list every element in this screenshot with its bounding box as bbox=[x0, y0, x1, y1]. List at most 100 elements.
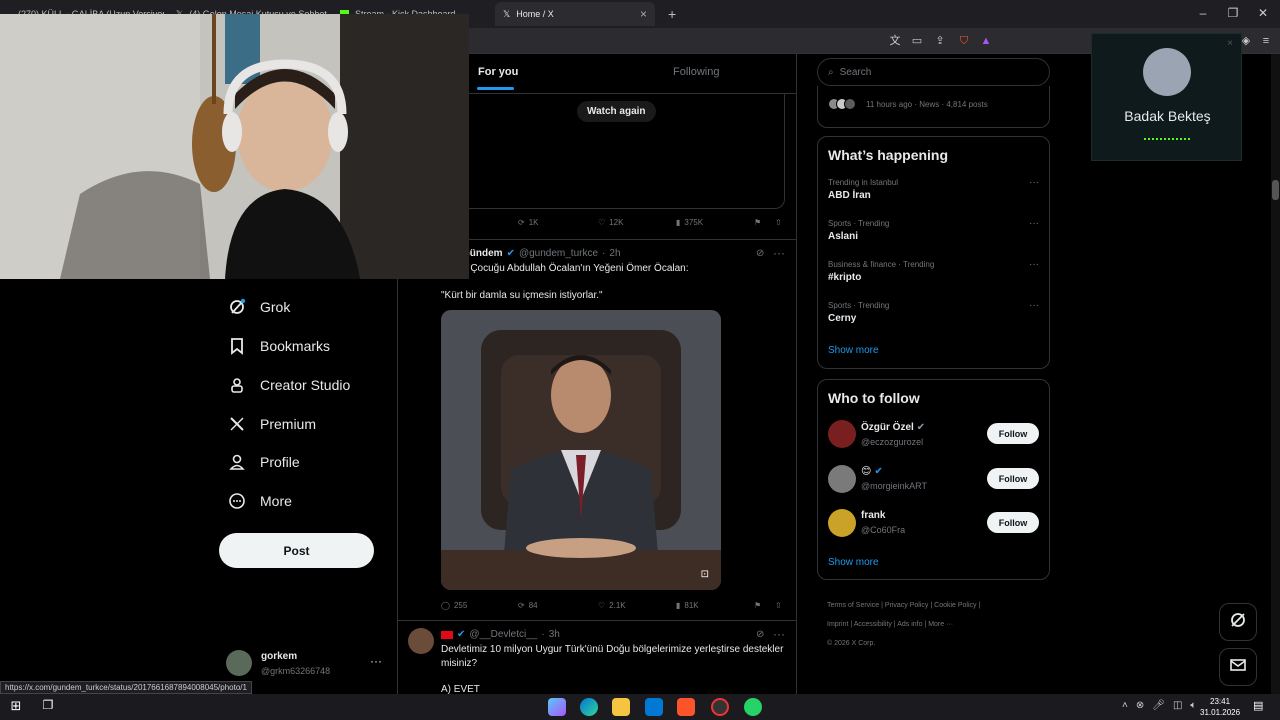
scrollbar-thumb[interactable] bbox=[1272, 180, 1279, 200]
post-photo[interactable]: ⊡ bbox=[441, 310, 721, 590]
nav-item-profile[interactable]: Profile bbox=[228, 450, 300, 474]
trend-item[interactable]: Business & finance · Trending #kripto bbox=[828, 260, 934, 283]
show-more-link[interactable]: Show more bbox=[828, 557, 879, 568]
follow-button[interactable]: Follow bbox=[987, 512, 1039, 533]
views-button[interactable]: ▮ 375K bbox=[676, 218, 703, 227]
menu-icon[interactable]: ≡ bbox=[1258, 33, 1274, 49]
wifi-icon[interactable]: ◫ bbox=[1173, 700, 1182, 711]
close-window-button[interactable]: ✕ bbox=[1248, 4, 1278, 22]
obs-icon[interactable] bbox=[711, 698, 729, 716]
suggestion-name[interactable]: Özgür Özel ✔ bbox=[861, 422, 925, 433]
windows-start-icon[interactable]: ⊞ bbox=[7, 698, 25, 716]
avatar[interactable] bbox=[828, 465, 856, 493]
volume-icon[interactable]: 🔈︎ bbox=[1190, 700, 1196, 711]
clock[interactable]: 23:41 31.01.2026 bbox=[1200, 696, 1240, 718]
search-input[interactable]: Search bbox=[840, 67, 872, 78]
task-view-icon[interactable]: ❐ bbox=[39, 698, 57, 716]
avatar[interactable] bbox=[226, 650, 252, 676]
trend-more-icon[interactable]: ··· bbox=[1029, 259, 1039, 270]
reply-button[interactable]: ◯ 255 bbox=[441, 601, 467, 610]
suggestion-name[interactable]: 😊 ✔ bbox=[861, 466, 883, 477]
avatar[interactable] bbox=[828, 420, 856, 448]
bookmark-button[interactable]: ⚑ bbox=[754, 218, 761, 227]
nav-item-grok[interactable]: Grok bbox=[228, 295, 290, 319]
footer-link[interactable]: Privacy Policy bbox=[885, 602, 929, 609]
retweet-button[interactable]: ⟳ 1K bbox=[518, 218, 539, 227]
tab-home-x[interactable]: 𝕏 Home / X × bbox=[495, 2, 655, 26]
trend-item[interactable]: Sports · Trending Aslani bbox=[828, 219, 889, 242]
account-name[interactable]: gorkem bbox=[261, 651, 297, 662]
whatsapp-icon[interactable] bbox=[744, 698, 762, 716]
scrollbar-track[interactable] bbox=[1271, 54, 1280, 694]
suggestion-handle[interactable]: @Co60Fra bbox=[861, 525, 905, 535]
tab-following[interactable]: Following bbox=[673, 66, 719, 78]
trend-more-icon[interactable]: ··· bbox=[1029, 218, 1039, 229]
follow-button[interactable]: Follow bbox=[987, 468, 1039, 489]
brave-shield-icon[interactable]: ⛉ bbox=[956, 33, 972, 49]
restore-button[interactable]: ❐ bbox=[1218, 4, 1248, 22]
video-player[interactable]: Watch again bbox=[440, 94, 785, 209]
author-handle[interactable]: @__Devletci__ bbox=[469, 629, 537, 640]
nav-item-more[interactable]: More bbox=[228, 489, 292, 513]
post-more-icon[interactable]: ··· bbox=[773, 627, 785, 641]
chevron-up-icon[interactable]: ˄ bbox=[1122, 700, 1128, 711]
alt-image-icon[interactable]: ⊡ bbox=[701, 569, 709, 580]
share-button[interactable]: ⇧ bbox=[775, 601, 782, 610]
footer-link[interactable]: Imprint bbox=[827, 621, 848, 628]
network-off-icon[interactable]: ⊗ bbox=[1136, 700, 1144, 711]
follow-button[interactable]: Follow bbox=[987, 423, 1039, 444]
avatar[interactable] bbox=[408, 628, 434, 654]
brave-rewards-icon[interactable]: ▲ bbox=[978, 33, 994, 49]
footer-link[interactable]: Terms of Service bbox=[827, 602, 879, 609]
file-explorer-icon[interactable] bbox=[612, 698, 630, 716]
share-icon[interactable]: ⇪ bbox=[932, 33, 948, 49]
close-tab-icon[interactable]: × bbox=[640, 7, 647, 21]
retweet-button[interactable]: ⟳ 84 bbox=[518, 601, 538, 610]
footer-link[interactable]: Accessibility bbox=[854, 621, 892, 628]
brave-icon[interactable] bbox=[677, 698, 695, 716]
post-time[interactable]: 2h bbox=[609, 248, 620, 259]
suggestion-handle[interactable]: @morgieinkART bbox=[861, 481, 927, 491]
like-button[interactable]: ♡ 12K bbox=[598, 218, 623, 227]
translate-icon[interactable]: 文 bbox=[887, 33, 903, 49]
trend-item[interactable]: Sports · Trending Cerny bbox=[828, 301, 889, 324]
trend-item[interactable]: Trending in Istanbul ABD İran bbox=[828, 178, 898, 201]
minimize-button[interactable]: – bbox=[1188, 4, 1218, 22]
new-tab-button[interactable]: + bbox=[660, 2, 680, 26]
post-button[interactable]: Post bbox=[219, 533, 374, 568]
nav-item-bookmarks[interactable]: Bookmarks bbox=[228, 334, 330, 358]
close-icon[interactable]: × bbox=[1227, 38, 1233, 49]
avatar[interactable] bbox=[828, 509, 856, 537]
mail-app-icon[interactable] bbox=[645, 698, 663, 716]
microphone-icon[interactable]: 🎤︎ bbox=[1152, 700, 1165, 711]
grok-post-icon[interactable]: ⊘ bbox=[756, 629, 764, 640]
notification-icon[interactable]: ▤ bbox=[1253, 699, 1263, 712]
trend-more-icon[interactable]: ··· bbox=[1029, 300, 1039, 311]
event-card[interactable]: 11 hours ago · News · 4,814 posts bbox=[817, 86, 1050, 128]
edge-icon[interactable] bbox=[580, 698, 598, 716]
suggestion-handle[interactable]: @eczozgurozel bbox=[861, 437, 923, 447]
suggestion-name[interactable]: frank bbox=[861, 510, 885, 521]
share-button[interactable]: ⇧ bbox=[775, 218, 782, 227]
grok-float-button[interactable] bbox=[1219, 603, 1257, 641]
copilot-icon[interactable] bbox=[548, 698, 566, 716]
author-handle[interactable]: @gundem_turkce bbox=[519, 248, 598, 259]
nav-item-premium[interactable]: Premium bbox=[228, 412, 316, 436]
nav-item-creator-studio[interactable]: Creator Studio bbox=[228, 373, 350, 397]
footer-link[interactable]: Ads info bbox=[897, 621, 922, 628]
search-box[interactable]: ⌕ Search bbox=[817, 58, 1050, 86]
bookmark-button[interactable]: ⚑ bbox=[754, 601, 761, 610]
show-more-link[interactable]: Show more bbox=[828, 345, 879, 356]
post-more-icon[interactable]: ··· bbox=[773, 246, 785, 260]
watch-again-button[interactable]: Watch again bbox=[577, 101, 656, 122]
account-handle[interactable]: @grkm63266748 bbox=[261, 666, 330, 676]
footer-link[interactable]: Cookie Policy bbox=[934, 602, 976, 609]
footer-link[interactable]: More ··· bbox=[928, 621, 953, 628]
account-more-icon[interactable]: ··· bbox=[370, 654, 382, 668]
cast-icon[interactable]: ▭ bbox=[909, 33, 925, 49]
messages-float-button[interactable] bbox=[1219, 648, 1257, 686]
like-button[interactable]: ♡ 2.1K bbox=[598, 601, 626, 610]
tab-for-you[interactable]: For you bbox=[478, 66, 518, 78]
trend-more-icon[interactable]: ··· bbox=[1029, 177, 1039, 188]
post-time[interactable]: 3h bbox=[549, 629, 560, 640]
